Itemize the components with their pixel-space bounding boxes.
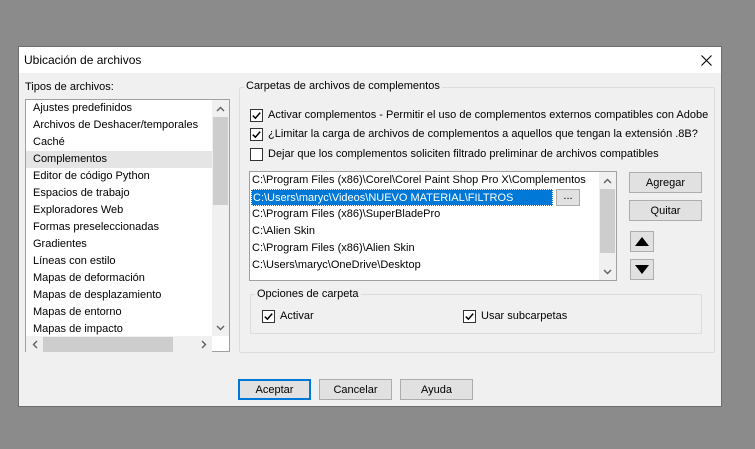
file-types-label: Tipos de archivos: xyxy=(25,81,114,93)
file-type-item[interactable]: Mapas de entorno xyxy=(26,304,212,321)
file-types-items: Ajustes predefinidos Archivos de Deshacer… xyxy=(26,100,212,336)
plugin-folder-list[interactable]: C:\Program Files (x86)\Corel\Corel Paint… xyxy=(249,171,617,281)
folder-options-title: Opciones de carpeta xyxy=(255,288,361,300)
limit-8b-option[interactable]: ¿Limitar la carga de archivos de complem… xyxy=(250,127,698,141)
file-types-vscrollbar[interactable] xyxy=(212,100,229,336)
folder-path-edit[interactable]: C:\Users\maryc\Videos\NUEVO MATERIAL\FIL… xyxy=(251,189,553,206)
folder-scroll-thumb[interactable] xyxy=(600,189,615,253)
folder-item[interactable]: C:\Program Files (x86)\SuperBladePro xyxy=(250,206,600,223)
file-type-item[interactable]: Líneas con estilo xyxy=(26,253,212,270)
close-icon xyxy=(700,54,712,66)
file-type-item[interactable]: Editor de código Python xyxy=(26,168,212,185)
folder-item[interactable]: C:\Program Files (x86)\Alien Skin xyxy=(250,240,600,257)
arrow-up-icon xyxy=(635,237,649,246)
scroll-up-icon[interactable] xyxy=(212,100,229,117)
use-subfolders-option[interactable]: Usar subcarpetas xyxy=(463,309,567,323)
hscroll-thumb[interactable] xyxy=(43,337,173,352)
limit-8b-label: ¿Limitar la carga de archivos de complem… xyxy=(268,128,698,140)
enable-plugins-option[interactable]: Activar complementos - Permitir el uso d… xyxy=(250,108,708,122)
file-type-item[interactable]: Caché xyxy=(26,134,212,151)
dialog-title: Ubicación de archivos xyxy=(24,53,142,67)
scroll-left-icon[interactable] xyxy=(26,336,43,353)
enable-plugins-label: Activar complementos - Permitir el uso d… xyxy=(268,109,709,121)
cancel-button[interactable]: Cancelar xyxy=(319,379,392,400)
file-type-item[interactable]: Gradientes xyxy=(26,236,212,253)
add-folder-button[interactable]: Agregar xyxy=(629,172,702,193)
file-locations-dialog: Ubicación de archivos Tipos de archivos:… xyxy=(18,46,722,407)
checkmark-icon xyxy=(252,111,261,119)
arrow-down-icon xyxy=(635,265,649,274)
remove-folder-button[interactable]: Quitar xyxy=(629,200,702,221)
file-type-item[interactable]: Mapas de desplazamiento xyxy=(26,287,212,304)
file-types-list[interactable]: Ajustes predefinidos Archivos de Deshacer… xyxy=(25,99,230,353)
browse-folder-button[interactable]: ... xyxy=(556,189,580,206)
prefilter-option[interactable]: Dejar que los complementos soliciten fil… xyxy=(250,147,659,161)
file-type-item[interactable]: Espacios de trabajo xyxy=(26,185,212,202)
scroll-right-icon[interactable] xyxy=(195,336,212,353)
folder-item[interactable]: C:\Program Files (x86)\Corel\Corel Paint… xyxy=(250,172,600,189)
title-bar: Ubicación de archivos xyxy=(19,47,721,73)
folder-list-vscrollbar[interactable] xyxy=(599,172,616,280)
file-type-item[interactable]: Ajustes predefinidos xyxy=(26,100,212,117)
folder-enable-checkbox[interactable] xyxy=(262,309,275,323)
help-button[interactable]: Ayuda xyxy=(400,379,473,400)
folder-scroll-up-icon[interactable] xyxy=(599,172,616,189)
file-type-item[interactable]: Formas preseleccionadas xyxy=(26,219,212,236)
file-types-hscrollbar[interactable] xyxy=(26,336,212,353)
scroll-thumb[interactable] xyxy=(213,117,228,205)
folder-items: C:\Program Files (x86)\Corel\Corel Paint… xyxy=(250,172,600,280)
file-type-item[interactable]: Exploradores Web xyxy=(26,202,212,219)
prefilter-label: Dejar que los complementos soliciten fil… xyxy=(268,148,659,160)
checkmark-icon xyxy=(465,312,474,320)
scroll-down-icon[interactable] xyxy=(212,319,229,336)
use-subfolders-label: Usar subcarpetas xyxy=(481,310,568,322)
checkmark-icon xyxy=(252,130,261,138)
plugin-folders-title: Carpetas de archivos de complementos xyxy=(244,80,442,92)
close-button[interactable] xyxy=(691,47,721,73)
checkmark-icon xyxy=(264,312,273,320)
move-down-button[interactable] xyxy=(630,259,654,280)
folder-scroll-down-icon[interactable] xyxy=(599,263,616,280)
folder-enable-option[interactable]: Activar xyxy=(262,309,314,323)
ok-button[interactable]: Aceptar xyxy=(238,379,311,400)
prefilter-checkbox[interactable] xyxy=(250,147,263,161)
limit-8b-checkbox[interactable] xyxy=(250,127,263,141)
folder-item-editing[interactable]: C:\Users\maryc\Videos\NUEVO MATERIAL\FIL… xyxy=(250,189,600,206)
file-type-item[interactable]: Complementos xyxy=(26,151,212,168)
folder-item[interactable]: C:\Alien Skin xyxy=(250,223,600,240)
folder-item[interactable]: C:\Users\maryc\OneDrive\Desktop xyxy=(250,257,600,274)
use-subfolders-checkbox[interactable] xyxy=(463,309,476,323)
enable-plugins-checkbox[interactable] xyxy=(250,108,263,122)
file-type-item[interactable]: Mapas de deformación xyxy=(26,270,212,287)
file-type-item[interactable]: Mapas de impacto xyxy=(26,321,212,336)
file-type-item[interactable]: Archivos de Deshacer/temporales xyxy=(26,117,212,134)
move-up-button[interactable] xyxy=(630,231,654,252)
folder-enable-label: Activar xyxy=(280,310,314,322)
